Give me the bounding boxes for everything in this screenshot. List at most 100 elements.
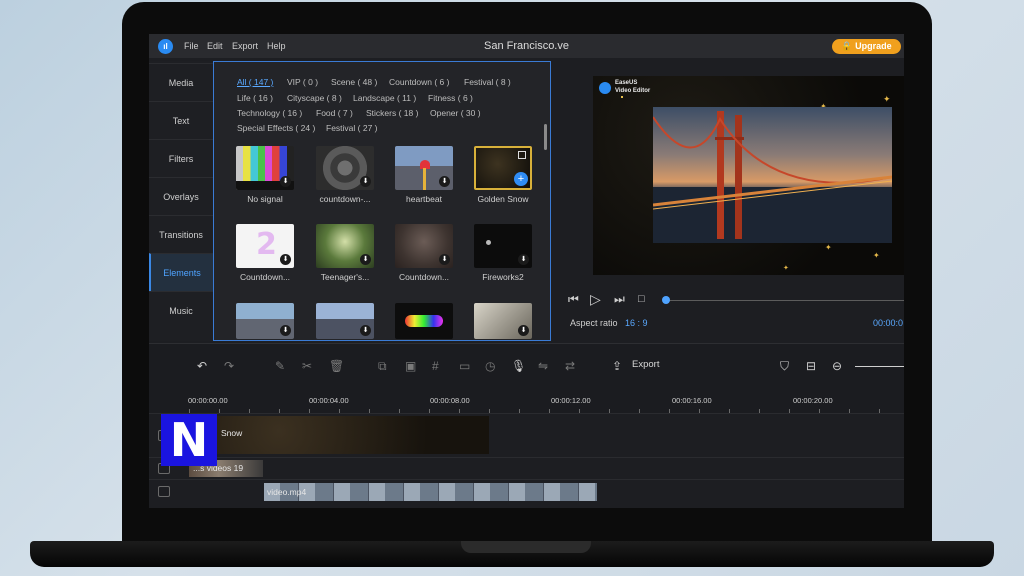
timeline-track-overlay: ...s videos 19 bbox=[149, 457, 904, 479]
category-tab[interactable]: Cityscape ( 8 ) bbox=[287, 93, 342, 103]
stop-icon[interactable]: □ bbox=[638, 293, 645, 305]
download-icon[interactable]: ⬇ bbox=[518, 325, 529, 336]
fit-icon[interactable]: ⊟ bbox=[806, 359, 816, 373]
category-tab[interactable]: Festival ( 27 ) bbox=[326, 123, 378, 133]
laptop-notch bbox=[461, 541, 591, 553]
cut-icon[interactable]: ✂ bbox=[302, 359, 312, 373]
playback-progress[interactable] bbox=[666, 300, 904, 301]
element-thumbnail[interactable]: ⬇ bbox=[316, 224, 374, 268]
watermark-logo-icon bbox=[599, 82, 611, 94]
element-thumbnail[interactable]: ⬇ bbox=[395, 224, 453, 268]
category-tab[interactable]: VIP ( 0 ) bbox=[287, 77, 318, 87]
category-tab[interactable]: Stickers ( 18 ) bbox=[366, 108, 418, 118]
speech-icon[interactable]: ⇋ bbox=[538, 359, 548, 373]
library-scrollbar[interactable] bbox=[544, 124, 547, 150]
watermark-text: Video Editor bbox=[615, 88, 651, 94]
pen-icon[interactable]: ✎ bbox=[275, 359, 285, 373]
element-thumbnail[interactable]: ⬇ bbox=[474, 224, 532, 268]
download-icon[interactable]: ⬇ bbox=[280, 325, 291, 336]
category-tab[interactable]: Fitness ( 6 ) bbox=[428, 93, 473, 103]
sidebar-item-text[interactable]: Text bbox=[149, 101, 213, 139]
element-thumbnail-selected[interactable]: + bbox=[474, 146, 532, 190]
download-icon[interactable]: ⬇ bbox=[439, 254, 450, 265]
category-tab[interactable]: Opener ( 30 ) bbox=[430, 108, 481, 118]
download-icon[interactable]: ⬇ bbox=[360, 325, 371, 336]
sidebar-item-filters[interactable]: Filters bbox=[149, 139, 213, 177]
crop-icon[interactable]: ⧉ bbox=[378, 359, 387, 374]
download-icon[interactable]: ⬇ bbox=[518, 254, 529, 265]
clip-label: Snow bbox=[221, 428, 243, 438]
category-tab[interactable]: Festival ( 8 ) bbox=[464, 77, 511, 87]
element-label: countdown-... bbox=[319, 194, 371, 204]
track-toggle[interactable] bbox=[158, 486, 170, 497]
sidebar-item-elements[interactable]: Elements bbox=[149, 253, 213, 291]
category-tab[interactable]: Special Effects ( 24 ) bbox=[237, 123, 315, 133]
element-label: Fireworks2 bbox=[482, 272, 524, 282]
element-label: Teenager's... bbox=[320, 272, 370, 282]
export-button[interactable]: Export bbox=[632, 359, 659, 370]
sidebar-item-transitions[interactable]: Transitions bbox=[149, 215, 213, 253]
sidebar-item-music[interactable]: Music bbox=[149, 291, 213, 329]
category-tab[interactable]: Food ( 7 ) bbox=[316, 108, 353, 118]
element-thumbnail[interactable]: ⬇ bbox=[316, 146, 374, 190]
sidebar: Media Text Filters Overlays Transitions … bbox=[149, 61, 213, 341]
download-icon[interactable]: ⬇ bbox=[360, 254, 371, 265]
element-thumbnail[interactable]: 2 ⬇ bbox=[236, 224, 294, 268]
sidebar-item-media[interactable]: Media bbox=[149, 63, 213, 101]
download-icon[interactable]: ⬇ bbox=[280, 176, 291, 187]
zoom-out-icon[interactable]: ⊖ bbox=[832, 359, 842, 373]
playback-knob[interactable] bbox=[662, 296, 670, 304]
mosaic-icon[interactable]: # bbox=[432, 359, 439, 373]
marker-icon[interactable]: ⛉ bbox=[780, 359, 789, 374]
freeze-icon[interactable]: ▭ bbox=[459, 359, 470, 373]
undo-icon[interactable]: ↶ bbox=[197, 359, 207, 373]
redo-icon[interactable]: ↷ bbox=[224, 359, 234, 373]
app-window: ıl File Edit Export Help San Francisco.v… bbox=[149, 34, 904, 508]
category-tab[interactable]: All ( 147 ) bbox=[237, 77, 273, 87]
element-thumbnail[interactable]: ⬇ bbox=[236, 146, 294, 190]
microphone-icon[interactable]: 🎙 bbox=[511, 359, 526, 373]
element-thumbnail[interactable]: ⬇ bbox=[395, 146, 453, 190]
delete-icon[interactable]: 🗑 bbox=[329, 359, 344, 373]
download-icon[interactable]: ⬇ bbox=[280, 254, 291, 265]
timeline-ruler[interactable]: 00:00:00.00 00:00:04.00 00:00:08.00 00:0… bbox=[149, 385, 904, 413]
ruler-time: 00:00:20.00 bbox=[793, 396, 833, 405]
category-tab[interactable]: Countdown ( 6 ) bbox=[389, 77, 449, 87]
timeline-clip-golden-snow[interactable]: Snow bbox=[189, 416, 489, 454]
category-tab[interactable]: Landscape ( 11 ) bbox=[353, 93, 416, 103]
element-thumbnail[interactable]: ⬇ bbox=[474, 303, 532, 339]
current-time: 00:00:0 bbox=[873, 318, 904, 328]
element-thumbnail[interactable] bbox=[395, 303, 453, 339]
category-tab[interactable]: Technology ( 16 ) bbox=[237, 108, 302, 118]
zoom-slider[interactable] bbox=[855, 366, 904, 367]
edit-toolbar: ↶ ↷ ✎ ✂ 🗑 ⧉ ▣ # ▭ ◷ 🎙 ⇋ ⇄ ⇪ Export ⛉ ⊟ ⊖ bbox=[149, 343, 904, 385]
download-icon[interactable]: ⬇ bbox=[439, 176, 450, 187]
title-bar: ıl File Edit Export Help San Francisco.v… bbox=[149, 34, 904, 58]
text-speech-icon[interactable]: ⇄ bbox=[565, 359, 575, 373]
aspect-ratio-label: Aspect ratio bbox=[570, 318, 618, 328]
upgrade-button[interactable]: 🔒 Upgrade bbox=[832, 39, 901, 54]
download-icon[interactable]: ⬇ bbox=[360, 176, 371, 187]
element-label: heartbeat bbox=[406, 194, 442, 204]
watermark-text: EaseUS bbox=[615, 80, 638, 86]
prev-frame-icon[interactable]: ⏮ bbox=[568, 292, 579, 307]
ruler-time: 00:00:08.00 bbox=[430, 396, 470, 405]
aspect-ratio-value[interactable]: 16 : 9 bbox=[625, 318, 648, 328]
clip-label: video.mp4 bbox=[267, 487, 307, 497]
overlay-n-badge: N bbox=[161, 414, 217, 466]
category-tab[interactable]: Life ( 16 ) bbox=[237, 93, 273, 103]
export-icon[interactable]: ⇪ bbox=[612, 359, 622, 373]
element-thumbnail[interactable]: ⬇ bbox=[236, 303, 294, 339]
ruler-time: 00:00:12.00 bbox=[551, 396, 591, 405]
sidebar-item-overlays[interactable]: Overlays bbox=[149, 177, 213, 215]
element-thumbnail[interactable]: ⬇ bbox=[316, 303, 374, 339]
play-icon[interactable]: ▷ bbox=[590, 291, 601, 308]
project-title: San Francisco.ve bbox=[484, 40, 569, 52]
ruler-time: 00:00:00.00 bbox=[188, 396, 228, 405]
category-tab[interactable]: Scene ( 48 ) bbox=[331, 77, 377, 87]
duration-icon[interactable]: ◷ bbox=[485, 359, 495, 373]
add-icon[interactable]: + bbox=[514, 172, 528, 186]
timeline-clip-video-mp4[interactable]: video.mp4 bbox=[264, 483, 597, 501]
next-frame-icon[interactable]: ⏭ bbox=[614, 292, 625, 307]
copy-icon[interactable]: ▣ bbox=[405, 359, 416, 373]
